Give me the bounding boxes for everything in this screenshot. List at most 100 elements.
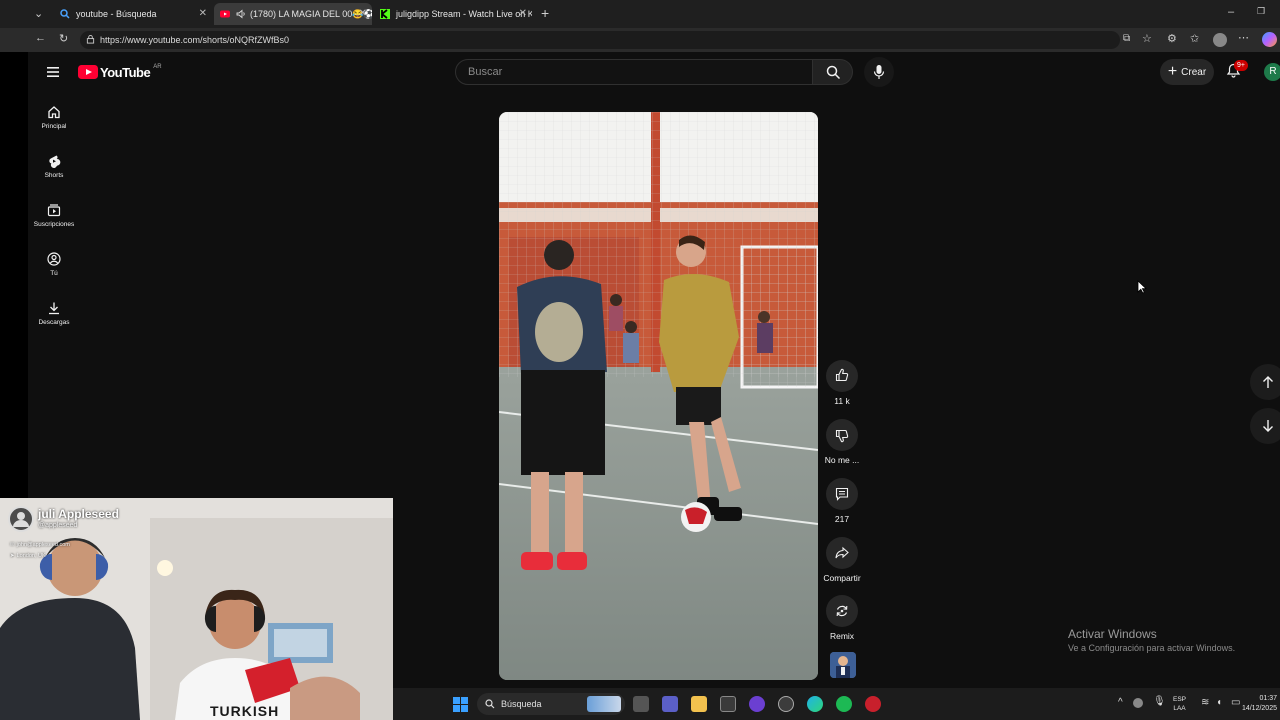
arrow-down-icon xyxy=(1263,420,1273,432)
speaker-icon[interactable] xyxy=(236,9,246,19)
audio-avatar-icon xyxy=(830,652,856,678)
streamer-handle: @appleseed xyxy=(38,522,78,529)
notifications-button[interactable]: 9+ xyxy=(1226,60,1248,81)
share-button[interactable] xyxy=(826,537,858,569)
menu-icon[interactable] xyxy=(46,65,60,79)
site-info-icon[interactable] xyxy=(86,35,95,44)
microphone-tray-icon[interactable]: 🎙 xyxy=(1153,696,1166,707)
volume-icon[interactable]: ◖ xyxy=(1216,697,1222,708)
profile-avatar[interactable] xyxy=(1213,33,1227,47)
close-tab-icon[interactable]: ✕ xyxy=(519,8,527,19)
sidebar-item-shorts[interactable]: Shorts xyxy=(28,154,80,179)
sidebar-item-suscripciones[interactable]: Suscripciones xyxy=(28,203,80,228)
activate-windows-title: Activar Windows xyxy=(1068,627,1157,641)
minimize-icon[interactable]: – xyxy=(1228,6,1234,18)
voice-search-button[interactable] xyxy=(864,57,894,87)
thumbs-down-icon xyxy=(835,429,849,443)
mail-icon: ✉ xyxy=(10,542,15,548)
sidebar-item-label: Suscripciones xyxy=(33,221,75,228)
cortana-icon[interactable] xyxy=(749,696,765,712)
create-button[interactable]: + Crear xyxy=(1160,59,1214,85)
like-count: 11 k xyxy=(834,396,850,406)
shorts-icon xyxy=(49,155,61,168)
browser-tab-bar: ⌄ youtube - Búsqueda ✕ (1780) LA MAGIA D… xyxy=(0,0,1280,28)
next-short-button[interactable] xyxy=(1250,408,1280,444)
like-button[interactable] xyxy=(826,360,858,392)
wifi-icon[interactable]: ≋ xyxy=(1201,697,1209,708)
windows-start-icon[interactable] xyxy=(453,697,468,712)
search-highlight-image xyxy=(587,696,621,712)
dislike-button[interactable] xyxy=(826,419,858,451)
sidebar-item-descargas[interactable]: Descargas xyxy=(28,301,80,326)
tab-title: juligdipp Stream - Watch Live on K xyxy=(396,9,532,19)
spotify-icon[interactable] xyxy=(836,696,852,712)
comments-button[interactable] xyxy=(826,478,858,510)
streamer-avatar xyxy=(8,506,34,532)
dislike-label: No me ... xyxy=(824,455,860,465)
search-icon xyxy=(485,699,495,709)
close-tab-icon[interactable]: ✕ xyxy=(199,8,207,19)
favorite-star-icon[interactable]: ☆ xyxy=(1142,32,1152,45)
favorites-icon[interactable]: ✩ xyxy=(1190,32,1199,45)
search-icon xyxy=(826,65,841,80)
logo-text: YouTube xyxy=(100,64,151,80)
sidebar-item-principal[interactable]: Principal xyxy=(28,105,80,130)
tab-list-icon[interactable]: ⌄ xyxy=(34,7,43,20)
split-screen-icon[interactable]: ⧉ xyxy=(1123,33,1130,44)
taskbar-search-box[interactable]: Búsqueda xyxy=(477,693,625,715)
arrow-up-icon xyxy=(1263,376,1273,388)
thumbs-up-icon xyxy=(835,368,849,382)
search-button[interactable] xyxy=(813,59,853,85)
location-icon: ➤ xyxy=(10,553,15,559)
url-field[interactable]: https://www.youtube.com/shorts/oNQRfZWfB… xyxy=(80,31,1120,49)
previous-short-button[interactable] xyxy=(1250,364,1280,400)
obs-icon[interactable] xyxy=(778,696,794,712)
reload-icon[interactable]: ↻ xyxy=(59,32,68,45)
language-indicator[interactable]: ESP LAA xyxy=(1173,695,1186,713)
search-favicon-icon xyxy=(60,9,70,19)
more-icon[interactable]: ⋯ xyxy=(1238,31,1249,44)
tab-youtube-short[interactable]: (1780) LA MAGIA DEL 00😂⚽ # ✕ xyxy=(214,3,372,25)
edge-icon[interactable] xyxy=(807,696,823,712)
shirt-sponsor-text: TURKISH xyxy=(210,703,280,719)
sidebar-item-label: Principal xyxy=(41,123,67,130)
store-icon[interactable] xyxy=(720,696,736,712)
kick-favicon-icon xyxy=(380,9,390,19)
short-video-player[interactable] xyxy=(499,112,818,680)
app-icon[interactable] xyxy=(865,696,881,712)
url-text: https://www.youtube.com/shorts/oNQRfZWfB… xyxy=(100,35,290,45)
share-icon xyxy=(835,546,849,559)
tab-title: youtube - Búsqueda xyxy=(76,9,157,19)
task-view-icon[interactable] xyxy=(633,696,649,712)
youtube-logo[interactable]: YouTube AR xyxy=(78,64,162,80)
youtube-favicon-icon xyxy=(220,10,230,18)
video-frame-image xyxy=(499,112,818,680)
sidebar-item-tu[interactable]: Tú xyxy=(28,252,80,277)
maximize-icon[interactable]: ❐ xyxy=(1257,6,1265,17)
microphone-icon xyxy=(873,65,885,79)
clock[interactable]: 01:37 14/12/2025 xyxy=(1239,694,1277,714)
copilot-icon[interactable] xyxy=(1262,32,1277,47)
streamer-name: juli Appleseed xyxy=(38,507,119,521)
remix-button[interactable] xyxy=(826,595,858,627)
webcam-feed-image xyxy=(0,498,393,720)
file-explorer-icon[interactable] xyxy=(691,696,707,712)
notification-badge: 9+ xyxy=(1234,60,1248,71)
tab-kick-stream[interactable]: juligdipp Stream - Watch Live on K ✕ xyxy=(374,3,532,25)
onedrive-icon[interactable] xyxy=(1133,698,1143,708)
teams-icon[interactable] xyxy=(662,696,678,712)
search-input[interactable]: Buscar xyxy=(455,59,813,85)
comment-icon xyxy=(835,487,849,501)
back-icon[interactable]: ← xyxy=(35,32,46,44)
streamer-email: ✉ john@appleseed.com xyxy=(10,542,70,548)
new-tab-icon[interactable]: + xyxy=(541,5,549,21)
show-hidden-icons-icon[interactable]: ^ xyxy=(1118,697,1123,708)
extensions-icon[interactable]: ⚙ xyxy=(1167,32,1177,45)
windows-taskbar: Búsqueda ^ 🎙 ESP LAA ≋ ◖ ▭ 01:37 14/12/2… xyxy=(393,688,1280,720)
remix-label: Remix xyxy=(829,631,855,641)
sidebar-item-label: Descargas xyxy=(38,319,70,326)
close-tab-icon[interactable]: ✕ xyxy=(359,8,367,19)
account-avatar[interactable]: R xyxy=(1264,63,1280,81)
sound-thumbnail[interactable] xyxy=(830,652,856,678)
tab-youtube-search[interactable]: youtube - Búsqueda ✕ xyxy=(54,3,212,25)
